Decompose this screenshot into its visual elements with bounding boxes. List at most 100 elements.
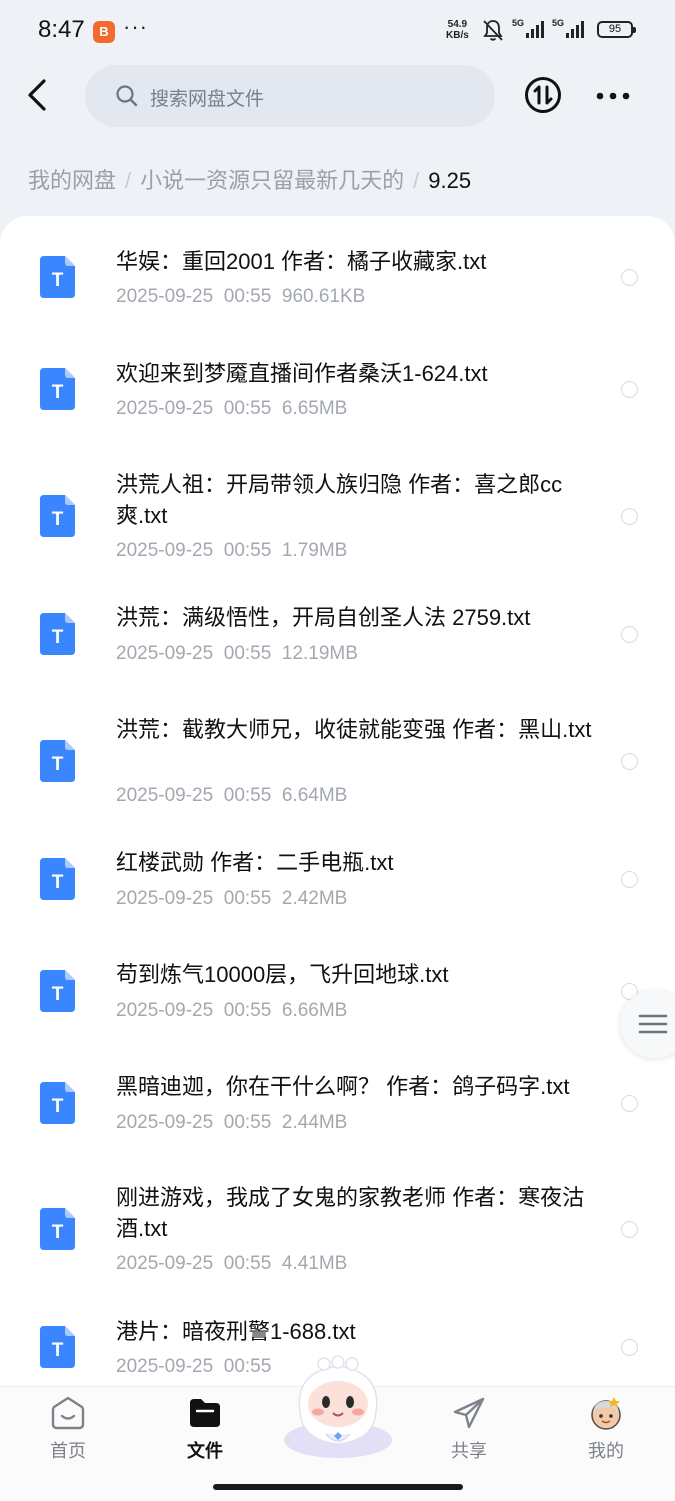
breadcrumb-separator: / — [413, 168, 420, 193]
select-radio[interactable] — [621, 1339, 638, 1356]
file-meta: 2025-09-25 00:55 6.65MB — [116, 398, 347, 420]
transfer-list-icon[interactable] — [524, 76, 562, 114]
signal-1-icon: 5G — [512, 17, 550, 46]
select-radio[interactable] — [621, 269, 638, 286]
file-name: 洪荒人祖：开局带领人族归隐 作者：喜之郎cc爽.txt — [116, 472, 563, 528]
nav-share-label: 共享 — [451, 1441, 487, 1461]
file-time: 00:55 — [223, 888, 272, 909]
file-icon-letter: T — [52, 1222, 64, 1243]
file-date: 2025-09-25 — [116, 1112, 214, 1133]
signal-2-label: 5G — [552, 18, 564, 28]
txt-file-icon: T — [40, 368, 75, 410]
file-meta: 2025-09-25 00:55 4.41MB — [116, 1253, 347, 1275]
file-size: 2.42MB — [281, 888, 348, 909]
file-time: 00:55 — [223, 540, 272, 561]
txt-file-icon: T — [40, 495, 75, 537]
txt-file-icon: T — [40, 1082, 75, 1124]
txt-file-icon: T — [40, 1326, 75, 1368]
file-name: 苟到炼气10000层，飞升回地球.txt — [116, 962, 449, 987]
file-size: 4.41MB — [281, 1253, 348, 1274]
breadcrumb-root[interactable]: 我的网盘 — [28, 168, 116, 193]
txt-file-icon: T — [40, 1208, 75, 1250]
more-notifications-icon: ··· — [123, 14, 148, 39]
search-placeholder: 搜索网盘文件 — [150, 89, 265, 110]
file-meta: 2025-09-25 00:55 12.19MB — [116, 643, 358, 665]
network-speed-value: 54.9 — [447, 19, 468, 30]
file-name: 欢迎来到梦魇直播间作者桑沃1-624.txt — [116, 361, 488, 386]
folder-icon — [190, 1399, 220, 1427]
menu-lines-icon — [638, 1014, 668, 1034]
file-meta: 2025-09-25 00:55 — [116, 1356, 282, 1378]
nav-files[interactable]: 文件 — [155, 1387, 255, 1467]
file-icon-letter: T — [52, 270, 64, 291]
file-meta: 2025-09-25 00:55 6.64MB — [116, 785, 347, 807]
file-name: 洪荒：截教大师兄，收徒就能变强 作者：黑山.txt — [116, 717, 592, 742]
signal-2-icon: 5G — [552, 17, 590, 46]
nav-files-label: 文件 — [187, 1441, 223, 1461]
select-radio[interactable] — [621, 753, 638, 770]
file-size: 12.19MB — [281, 643, 358, 664]
file-size: 1.79MB — [281, 540, 348, 561]
file-name: 刚进游戏，我成了女鬼的家教老师 作者：寒夜沽酒.txt — [116, 1185, 585, 1241]
file-icon-letter: T — [52, 984, 64, 1005]
file-date: 2025-09-25 — [116, 1000, 214, 1021]
file-time: 00:55 — [223, 1356, 272, 1377]
paper-plane-icon — [453, 1397, 485, 1429]
network-speed-unit: KB/s — [446, 30, 469, 41]
nav-home[interactable]: 首页 — [18, 1387, 118, 1467]
file-size: 960.61KB — [281, 286, 366, 307]
select-radio[interactable] — [621, 626, 638, 643]
file-time: 00:55 — [223, 398, 272, 419]
network-speed: 54.9 KB/s — [446, 19, 469, 41]
file-time: 00:55 — [223, 1000, 272, 1021]
file-size: 6.64MB — [281, 785, 348, 806]
ai-assistant-mascot-icon[interactable] — [278, 1352, 398, 1462]
breadcrumb: 我的网盘 / 小说一资源只留最新几天的 / 9.25 — [28, 163, 471, 195]
breadcrumb-folder[interactable]: 小说一资源只留最新几天的 — [140, 168, 404, 193]
select-radio[interactable] — [621, 508, 638, 525]
battery-indicator: 95 — [597, 21, 636, 38]
txt-file-icon: T — [40, 970, 75, 1012]
status-bar: 8:47 B ··· 54.9 KB/s 5G 5G 95 — [0, 0, 675, 62]
file-icon-letter: T — [52, 754, 64, 775]
file-time: 00:55 — [223, 785, 272, 806]
file-date: 2025-09-25 — [116, 1253, 214, 1274]
txt-file-icon: T — [40, 613, 75, 655]
file-date: 2025-09-25 — [116, 643, 214, 664]
file-meta: 2025-09-25 00:55 960.61KB — [116, 286, 365, 308]
txt-file-icon: T — [40, 256, 75, 298]
select-radio[interactable] — [621, 871, 638, 888]
select-radio[interactable] — [621, 381, 638, 398]
mute-bell-icon — [483, 20, 503, 41]
file-icon-letter: T — [52, 627, 64, 648]
file-name: 港片：暗夜刑警1-688.txt — [116, 1319, 356, 1344]
file-name: 黑暗迪迦，你在干什么啊？ 作者：鸽子码字.txt — [116, 1074, 570, 1099]
search-icon — [116, 85, 138, 107]
signal-1-label: 5G — [512, 18, 524, 28]
file-time: 00:55 — [223, 286, 272, 307]
breadcrumb-current: 9.25 — [428, 168, 472, 193]
file-icon-letter: T — [52, 382, 64, 403]
breadcrumb-separator: / — [125, 168, 132, 193]
user-avatar-icon — [591, 1397, 621, 1430]
select-radio[interactable] — [621, 1095, 638, 1112]
file-meta: 2025-09-25 00:55 1.79MB — [116, 540, 347, 562]
select-radio[interactable] — [621, 1221, 638, 1238]
file-meta: 2025-09-25 00:55 2.42MB — [116, 888, 347, 910]
file-time: 00:55 — [223, 1112, 272, 1133]
search-bar[interactable]: 搜索网盘文件 — [85, 65, 495, 127]
more-options-icon[interactable] — [593, 84, 633, 108]
back-arrow-icon[interactable] — [20, 75, 56, 115]
file-date: 2025-09-25 — [116, 286, 214, 307]
nav-share[interactable]: 共享 — [419, 1387, 519, 1467]
file-date: 2025-09-25 — [116, 398, 214, 419]
app-notification-icon: B — [93, 21, 115, 43]
file-list: T 华娱：重回2001 作者：橘子收藏家.txt 2025-09-25 00:5… — [0, 216, 675, 1416]
home-icon — [51, 1396, 85, 1430]
file-size: 6.65MB — [281, 398, 348, 419]
nav-mine[interactable]: 我的 — [556, 1387, 656, 1467]
status-time: 8:47 — [38, 16, 85, 43]
nav-mine-label: 我的 — [588, 1441, 624, 1461]
file-name: 洪荒：满级悟性，开局自创圣人法 2759.txt — [116, 605, 531, 630]
file-icon-letter: T — [52, 1340, 64, 1361]
